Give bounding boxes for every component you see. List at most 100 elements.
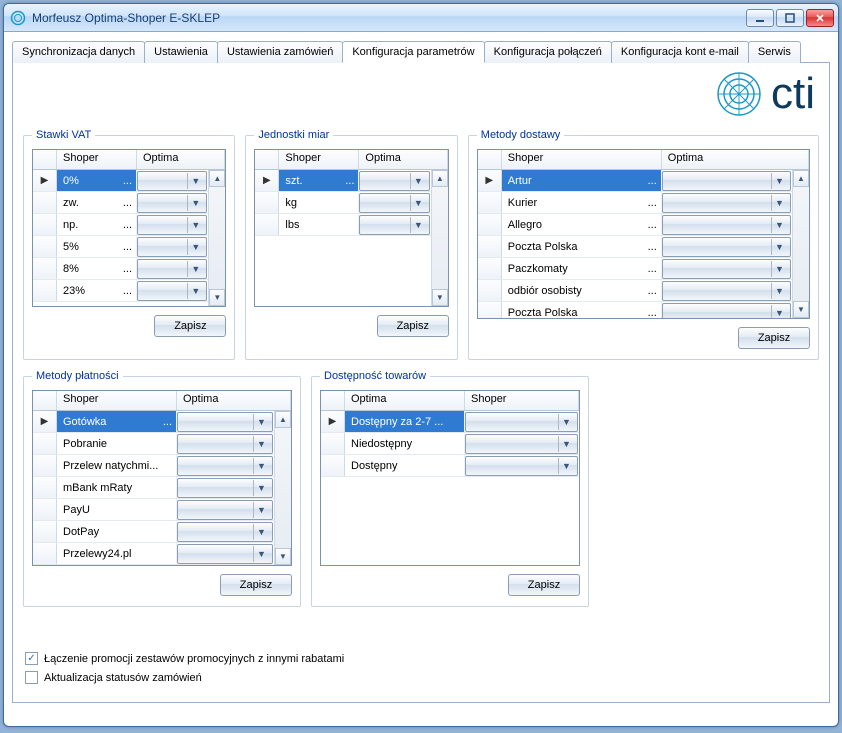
tab-settings[interactable]: Ustawienia (144, 41, 218, 63)
tabstrip: Synchronizacja danych Ustawienia Ustawie… (12, 40, 830, 63)
table-row[interactable]: 5%... ▼ (33, 236, 208, 258)
scrollbar[interactable]: ▲ ▼ (792, 170, 809, 318)
scroll-down-icon[interactable]: ▼ (793, 301, 809, 318)
tab-service[interactable]: Serwis (748, 41, 801, 63)
table-row[interactable]: Allegro...▼ (478, 214, 792, 236)
tab-email[interactable]: Konfiguracja kont e-mail (611, 41, 749, 63)
ship-optima-dropdown[interactable]: ▼ (662, 193, 791, 213)
units-optima-dropdown[interactable]: ▼ (359, 193, 429, 213)
units-optima-dropdown[interactable]: ▼ (359, 171, 429, 191)
units-optima-dropdown[interactable]: ▼ (359, 215, 429, 235)
col-shoper[interactable]: Shoper (465, 391, 579, 410)
table-row[interactable]: 8%... ▼ (33, 258, 208, 280)
save-button[interactable]: Zapisz (154, 315, 226, 337)
table-row[interactable]: PayU▼ (33, 499, 274, 521)
pay-optima-dropdown[interactable]: ▼ (177, 544, 273, 564)
vat-shoper-cell[interactable]: np.... (57, 214, 137, 235)
tab-params[interactable]: Konfiguracja parametrów (342, 41, 484, 63)
brand-logo: cti (715, 69, 815, 119)
ship-optima-dropdown[interactable]: ▼ (662, 237, 791, 257)
tab-order-settings[interactable]: Ustawienia zamówień (217, 41, 343, 63)
vat-optima-dropdown[interactable]: ▼ (137, 237, 207, 257)
table-row[interactable]: 23%... ▼ (33, 280, 208, 302)
vat-optima-dropdown[interactable]: ▼ (137, 281, 207, 301)
logo-text: cti (771, 69, 815, 119)
ship-optima-dropdown[interactable]: ▼ (662, 215, 791, 235)
table-row[interactable]: ▶ Gotówka... ▼ (33, 411, 274, 433)
close-button[interactable] (806, 9, 834, 27)
save-button[interactable]: Zapisz (508, 574, 580, 596)
pay-optima-dropdown[interactable]: ▼ (177, 434, 273, 454)
avail-shoper-dropdown[interactable]: ▼ (465, 456, 578, 476)
ship-optima-dropdown[interactable]: ▼ (662, 259, 791, 279)
table-row[interactable]: Poczta Polska...▼ (478, 302, 792, 318)
scrollbar[interactable]: ▲ ▼ (431, 170, 448, 306)
avail-shoper-dropdown[interactable]: ▼ (465, 434, 578, 454)
col-shoper[interactable]: Shoper (57, 391, 177, 410)
scrollbar[interactable]: ▲ ▼ (274, 411, 291, 565)
table-row[interactable]: DotPay▼ (33, 521, 274, 543)
vat-shoper-cell[interactable]: 23%... (57, 280, 137, 301)
table-row[interactable]: mBank mRaty▼ (33, 477, 274, 499)
checkbox-status[interactable]: Aktualizacja statusów zamówień (25, 671, 344, 684)
scroll-up-icon[interactable]: ▲ (275, 411, 291, 428)
vat-shoper-cell[interactable]: 8%... (57, 258, 137, 279)
scrollbar[interactable]: ▲ ▼ (208, 170, 225, 306)
table-row[interactable]: ▶ 0%... ▼ (33, 170, 208, 192)
save-button[interactable]: Zapisz (377, 315, 449, 337)
tab-sync[interactable]: Synchronizacja danych (12, 41, 145, 63)
vat-shoper-cell[interactable]: zw.... (57, 192, 137, 213)
vat-shoper-cell[interactable]: 5%... (57, 236, 137, 257)
save-button[interactable]: Zapisz (220, 574, 292, 596)
table-row[interactable]: np.... ▼ (33, 214, 208, 236)
minimize-button[interactable] (746, 9, 774, 27)
pay-optima-dropdown[interactable]: ▼ (177, 456, 273, 476)
scroll-up-icon[interactable]: ▲ (432, 170, 448, 187)
table-row[interactable]: Niedostępny▼ (321, 433, 579, 455)
col-optima[interactable]: Optima (177, 391, 291, 410)
col-optima[interactable]: Optima (137, 150, 225, 169)
pay-optima-dropdown[interactable]: ▼ (177, 522, 273, 542)
pay-optima-dropdown[interactable]: ▼ (177, 412, 273, 432)
vat-optima-dropdown[interactable]: ▼ (137, 215, 207, 235)
col-optima[interactable]: Optima (359, 150, 447, 169)
checkbox-promo[interactable]: ✓ Łączenie promocji zestawów promocyjnyc… (25, 652, 344, 665)
table-row[interactable]: Przelew natychmi...▼ (33, 455, 274, 477)
table-row[interactable]: kg ▼ (255, 192, 430, 214)
col-shoper[interactable]: Shoper (279, 150, 359, 169)
save-button[interactable]: Zapisz (738, 327, 810, 349)
vat-optima-dropdown[interactable]: ▼ (137, 171, 207, 191)
scroll-down-icon[interactable]: ▼ (432, 289, 448, 306)
pay-optima-dropdown[interactable]: ▼ (177, 478, 273, 498)
table-row[interactable]: ▶ szt.... ▼ (255, 170, 430, 192)
table-row[interactable]: ▶ Artur... ▼ (478, 170, 792, 192)
scroll-up-icon[interactable]: ▲ (793, 170, 809, 187)
pay-optima-dropdown[interactable]: ▼ (177, 500, 273, 520)
avail-shoper-dropdown[interactable]: ▼ (465, 412, 578, 432)
ship-optima-dropdown[interactable]: ▼ (662, 171, 791, 191)
table-row[interactable]: Dostępny▼ (321, 455, 579, 477)
table-row[interactable]: Paczkomaty...▼ (478, 258, 792, 280)
table-row[interactable]: Kurier...▼ (478, 192, 792, 214)
scroll-up-icon[interactable]: ▲ (209, 170, 225, 187)
tab-connections[interactable]: Konfiguracja połączeń (484, 41, 612, 63)
table-row[interactable]: zw.... ▼ (33, 192, 208, 214)
col-shoper[interactable]: Shoper (502, 150, 662, 169)
table-row[interactable]: odbiór osobisty...▼ (478, 280, 792, 302)
table-row[interactable]: Pobranie▼ (33, 433, 274, 455)
table-row[interactable]: Przelewy24.pl▼ (33, 543, 274, 565)
table-row[interactable]: Poczta Polska...▼ (478, 236, 792, 258)
maximize-button[interactable] (776, 9, 804, 27)
col-optima[interactable]: Optima (662, 150, 809, 169)
table-row[interactable]: lbs ▼ (255, 214, 430, 236)
ship-optima-dropdown[interactable]: ▼ (662, 303, 791, 318)
ship-optima-dropdown[interactable]: ▼ (662, 281, 791, 301)
table-row[interactable]: ▶ Dostępny za 2-7 ... ▼ (321, 411, 579, 433)
vat-shoper-cell[interactable]: 0%... (57, 170, 137, 191)
col-shoper[interactable]: Shoper (57, 150, 137, 169)
scroll-down-icon[interactable]: ▼ (209, 289, 225, 306)
scroll-down-icon[interactable]: ▼ (275, 548, 291, 565)
vat-optima-dropdown[interactable]: ▼ (137, 259, 207, 279)
col-optima[interactable]: Optima (345, 391, 465, 410)
vat-optima-dropdown[interactable]: ▼ (137, 193, 207, 213)
